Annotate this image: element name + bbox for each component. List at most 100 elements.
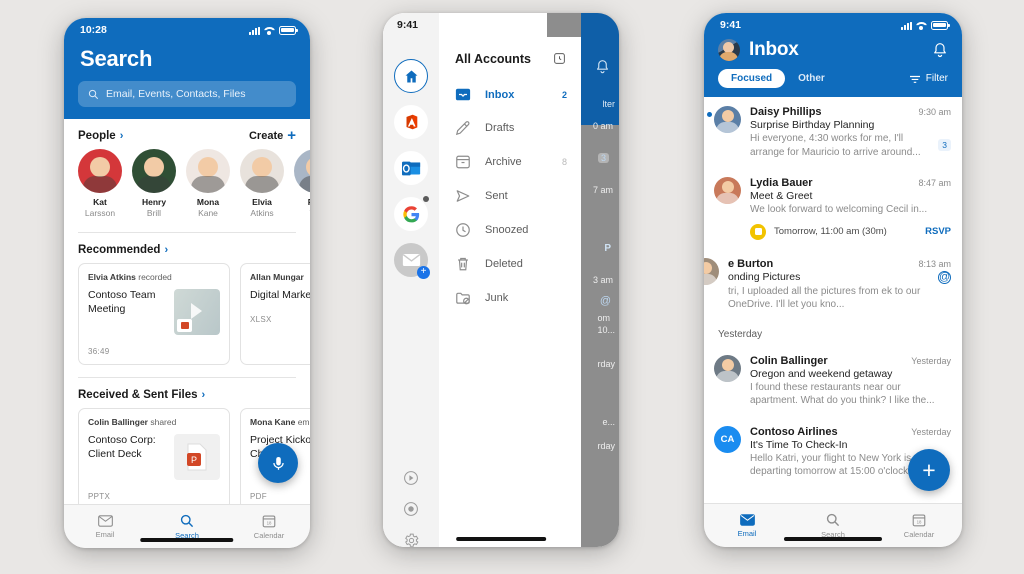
compose-fab[interactable]: + xyxy=(908,449,950,491)
folder-label: Sent xyxy=(485,190,508,202)
folder-item-archive[interactable]: Archive 8 xyxy=(439,145,581,179)
message-time: 8:47 am xyxy=(918,178,951,188)
folder-item-deleted[interactable]: Deleted xyxy=(439,247,581,281)
tab-calendar[interactable]: 18 Calendar xyxy=(228,505,310,548)
person-chip[interactable]: Kat Larsson xyxy=(78,149,122,218)
avatar[interactable] xyxy=(714,106,741,133)
avatar[interactable] xyxy=(714,354,741,382)
mention-icon: @ xyxy=(938,270,951,284)
avatar[interactable] xyxy=(714,177,741,204)
archive-icon xyxy=(455,154,471,170)
message-subject: It's Time To Check-In xyxy=(750,438,848,451)
tab-label: Calendar xyxy=(903,529,935,539)
message-row[interactable]: Daisy Phillips 9:30 am Surprise Birthday P… xyxy=(704,97,962,168)
add-account-icon[interactable]: + xyxy=(394,243,430,279)
files-label: Received & Sent Files xyxy=(78,389,198,402)
person-chip[interactable]: Mona Kane xyxy=(186,149,230,218)
status-time: 9:41 xyxy=(397,19,419,31)
home-icon[interactable] xyxy=(394,59,428,93)
person-chip[interactable]: RobToll xyxy=(294,149,310,218)
play-circle-icon[interactable] xyxy=(394,461,428,495)
create-button[interactable]: Create + xyxy=(249,128,296,143)
card-body: Contoso Corp: Client Deck P xyxy=(88,434,220,481)
recommended-card[interactable]: Allan Mungar Digital Marketing Plan XLSX xyxy=(240,263,310,366)
folder-badge: 8 xyxy=(561,157,567,167)
chevron-right-icon: › xyxy=(119,130,124,142)
recommended-cards[interactable]: Elvia Atkins recorded Contoso Team Meetin… xyxy=(64,263,310,366)
battery-icon xyxy=(931,20,950,30)
file-card[interactable]: Colin Ballinger shared Contoso Corp: Clie… xyxy=(78,408,230,511)
message-time: Yesterday xyxy=(911,426,951,437)
person-chip[interactable]: Henry Brill xyxy=(132,149,176,218)
account-rail[interactable]: 9:41 + xyxy=(383,13,439,547)
message-top: Lydia Bauer 8:47 am xyxy=(750,177,951,189)
settings-gear-icon[interactable] xyxy=(394,523,428,547)
bell-icon[interactable] xyxy=(932,42,948,59)
event-icon xyxy=(750,223,766,240)
avatar[interactable] xyxy=(704,257,719,285)
folder-item-snoozed[interactable]: Snoozed xyxy=(439,213,581,247)
people-section-header: People › Create + xyxy=(64,119,310,149)
tab-label: Calendar xyxy=(253,530,285,540)
home-indicator xyxy=(140,538,234,542)
message-preview: We look forward to welcoming Cecil in... xyxy=(750,204,928,215)
tab-other[interactable]: Other xyxy=(785,69,838,88)
message-row-swiped[interactable]: e Burton 8:13 am onding Pictures @ tri, I up… xyxy=(704,248,962,321)
people-list[interactable]: KatLarssonHenryBrillMonaKaneElviaAtkinsR… xyxy=(64,149,310,224)
screenshot-stage: 10:28 Search Email, Events, Contacts, Fi… xyxy=(0,0,1024,574)
tab-calendar[interactable]: 18 Calendar xyxy=(876,504,962,547)
alarm-clock-icon[interactable] xyxy=(552,51,567,66)
search-header: 10:28 Search Email, Events, Contacts, Fi… xyxy=(64,18,310,119)
recommended-card[interactable]: Elvia Atkins recorded Contoso Team Meetin… xyxy=(78,263,230,366)
person-last-name: Larsson xyxy=(84,207,116,218)
person-chip[interactable]: Elvia Atkins xyxy=(240,149,284,218)
calendar-icon: 18 xyxy=(262,514,276,528)
folder-item-drafts[interactable]: Drafts xyxy=(439,111,581,145)
backdrop-time-2: 7 am xyxy=(592,185,613,195)
message-preview: Hi everyone, 4:30 works for me, I'll arr… xyxy=(750,133,921,158)
signal-icon xyxy=(249,26,260,35)
mic-icon xyxy=(272,456,284,470)
message-sender: Daisy Phillips xyxy=(750,106,822,118)
day-separator: Yesterday xyxy=(718,328,763,340)
message-row[interactable]: Colin Ballinger Yesterday Oregon and weeke… xyxy=(704,346,962,417)
message-row[interactable]: Lydia Bauer 8:47 am Meet & Greet We look fo… xyxy=(704,168,962,249)
mic-fab-button[interactable] xyxy=(258,443,298,483)
message-time: Yesterday xyxy=(911,355,951,366)
rsvp-button[interactable]: RSVP xyxy=(925,226,951,237)
outlook-logo-icon[interactable] xyxy=(394,151,428,185)
status-time: 9:41 xyxy=(720,19,742,31)
message-row[interactable]: e Burton 8:13 am onding Pictures @ tri, I up… xyxy=(704,248,962,321)
inbox-icon xyxy=(455,87,471,102)
folder-list[interactable]: Inbox 2 Drafts Archive 8 Sent Snoozed Deleted Ju… xyxy=(439,78,581,315)
avatar[interactable] xyxy=(718,39,740,61)
thread-count-badge: 3 xyxy=(938,139,951,151)
backdrop-day-1: rday xyxy=(597,359,615,369)
message-body: Colin Ballinger Yesterday Oregon and weeke… xyxy=(750,355,951,408)
folder-item-sent[interactable]: Sent xyxy=(439,179,581,213)
tab-email[interactable]: Email xyxy=(704,504,790,547)
search-input[interactable]: Email, Events, Contacts, Files xyxy=(78,81,296,107)
files-title[interactable]: Received & Sent Files › xyxy=(78,389,205,401)
page-title: Inbox xyxy=(749,39,799,60)
phone-mid-drawer: lter 0 am 3 7 am P 3 am @ om 10... rday e… xyxy=(383,13,619,547)
tab-email[interactable]: Email xyxy=(64,505,146,548)
tab-focused[interactable]: Focused xyxy=(718,69,786,88)
help-circle-icon[interactable] xyxy=(394,492,428,526)
people-title[interactable]: People › xyxy=(78,130,123,142)
filter-button[interactable]: Filter xyxy=(909,73,948,84)
avatar xyxy=(132,149,176,193)
svg-text:18: 18 xyxy=(267,520,272,525)
message-list[interactable]: Daisy Phillips 9:30 am Surprise Birthday P… xyxy=(704,97,962,488)
sent-icon xyxy=(455,188,471,204)
folder-item-inbox[interactable]: Inbox 2 xyxy=(439,78,581,111)
recommended-title[interactable]: Recommended › xyxy=(78,244,168,256)
backdrop-day-2: rday xyxy=(597,441,615,451)
card-footer: PDF xyxy=(250,492,267,502)
office-logo-icon[interactable] xyxy=(394,105,428,139)
folder-item-junk[interactable]: Junk xyxy=(439,281,581,315)
person-first-name: Kat xyxy=(93,197,107,207)
avatar[interactable]: CA xyxy=(714,425,741,453)
google-logo-icon[interactable] xyxy=(394,196,429,231)
card-title: Digital Marketing Plan xyxy=(250,289,310,302)
